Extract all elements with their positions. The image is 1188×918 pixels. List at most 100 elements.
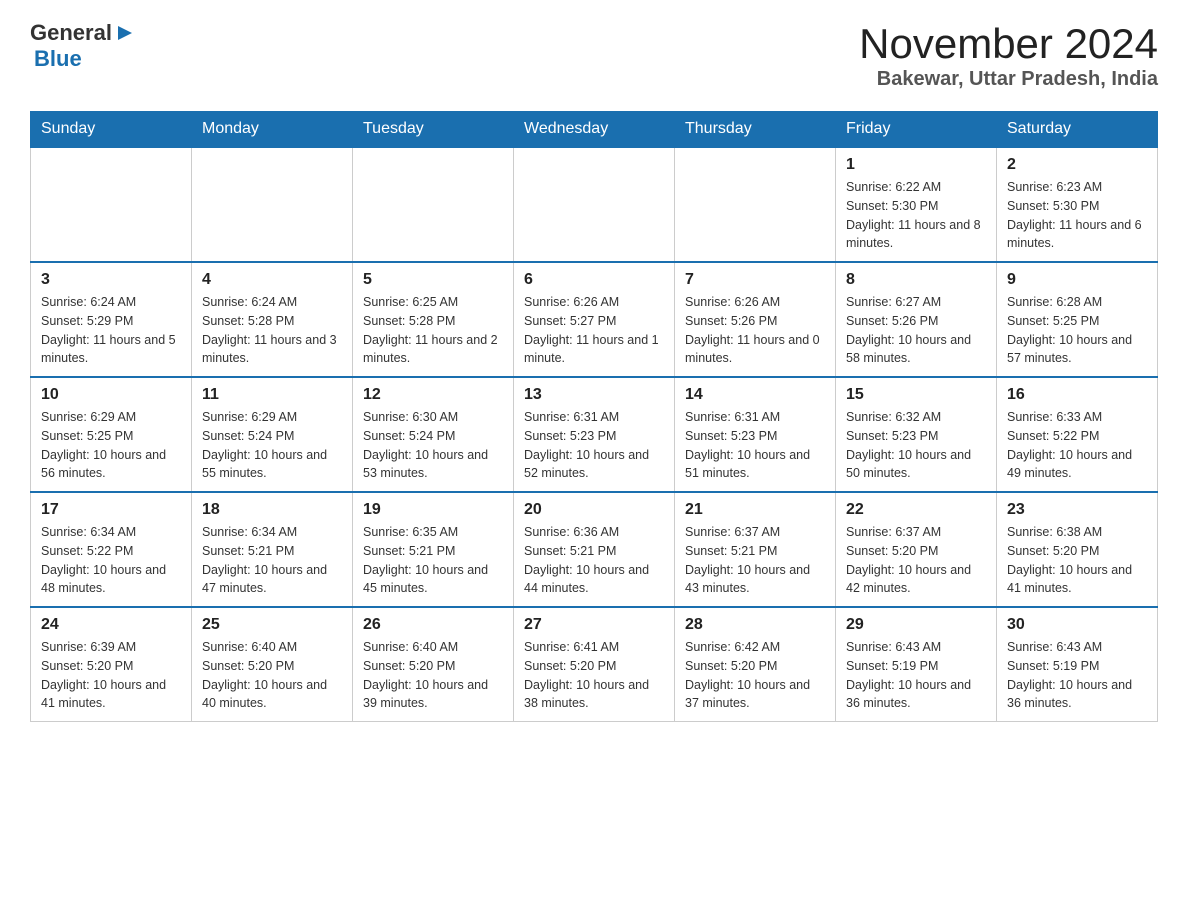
day-number: 25 — [202, 616, 342, 634]
day-info: Sunrise: 6:34 AMSunset: 5:21 PMDaylight:… — [202, 523, 342, 598]
calendar-table: SundayMondayTuesdayWednesdayThursdayFrid… — [30, 111, 1158, 722]
day-info: Sunrise: 6:28 AMSunset: 5:25 PMDaylight:… — [1007, 293, 1147, 368]
calendar-cell: 12 Sunrise: 6:30 AMSunset: 5:24 PMDayligh… — [353, 377, 514, 492]
day-info: Sunrise: 6:40 AMSunset: 5:20 PMDaylight:… — [363, 638, 503, 713]
page-header: General Blue November 2024 Bakewar, Utta… — [30, 20, 1158, 91]
day-info: Sunrise: 6:25 AMSunset: 5:28 PMDaylight:… — [363, 293, 503, 368]
week-row-4: 17 Sunrise: 6:34 AMSunset: 5:22 PMDayligh… — [31, 492, 1158, 607]
day-number: 3 — [41, 271, 181, 289]
logo-blue-text: Blue — [34, 46, 134, 72]
weekday-header-monday: Monday — [192, 112, 353, 148]
calendar-cell: 24Sunrise: 6:39 AMSunset: 5:20 PMDayligh… — [31, 607, 192, 722]
day-number: 11 — [202, 386, 342, 404]
day-info: Sunrise: 6:22 AMSunset: 5:30 PMDaylight:… — [846, 178, 986, 253]
month-title: November 2024 — [859, 20, 1158, 68]
calendar-cell: 30 Sunrise: 6:43 AMSunset: 5:19 PMDayligh… — [997, 607, 1158, 722]
day-number: 20 — [524, 501, 664, 519]
day-number: 2 — [1007, 156, 1147, 174]
calendar-cell: 8 Sunrise: 6:27 AMSunset: 5:26 PMDaylight… — [836, 262, 997, 377]
day-info: Sunrise: 6:23 AMSunset: 5:30 PMDaylight:… — [1007, 178, 1147, 253]
calendar-cell: 15 Sunrise: 6:32 AMSunset: 5:23 PMDayligh… — [836, 377, 997, 492]
day-info: Sunrise: 6:27 AMSunset: 5:26 PMDaylight:… — [846, 293, 986, 368]
calendar-cell: 19 Sunrise: 6:35 AMSunset: 5:21 PMDayligh… — [353, 492, 514, 607]
day-number: 17 — [41, 501, 181, 519]
day-info: Sunrise: 6:29 AMSunset: 5:25 PMDaylight:… — [41, 408, 181, 483]
day-info: Sunrise: 6:43 AMSunset: 5:19 PMDaylight:… — [1007, 638, 1147, 713]
calendar-cell: 3Sunrise: 6:24 AMSunset: 5:29 PMDaylight… — [31, 262, 192, 377]
day-number: 13 — [524, 386, 664, 404]
day-number: 26 — [363, 616, 503, 634]
day-number: 9 — [1007, 271, 1147, 289]
day-info: Sunrise: 6:34 AMSunset: 5:22 PMDaylight:… — [41, 523, 181, 598]
calendar-cell: 29 Sunrise: 6:43 AMSunset: 5:19 PMDayligh… — [836, 607, 997, 722]
day-info: Sunrise: 6:42 AMSunset: 5:20 PMDaylight:… — [685, 638, 825, 713]
day-info: Sunrise: 6:43 AMSunset: 5:19 PMDaylight:… — [846, 638, 986, 713]
day-number: 21 — [685, 501, 825, 519]
day-number: 8 — [846, 271, 986, 289]
calendar-cell: 28 Sunrise: 6:42 AMSunset: 5:20 PMDayligh… — [675, 607, 836, 722]
day-number: 27 — [524, 616, 664, 634]
weekday-header-tuesday: Tuesday — [353, 112, 514, 148]
day-number: 30 — [1007, 616, 1147, 634]
calendar-cell: 23Sunrise: 6:38 AMSunset: 5:20 PMDayligh… — [997, 492, 1158, 607]
day-number: 28 — [685, 616, 825, 634]
day-number: 18 — [202, 501, 342, 519]
week-row-5: 24Sunrise: 6:39 AMSunset: 5:20 PMDayligh… — [31, 607, 1158, 722]
day-info: Sunrise: 6:40 AMSunset: 5:20 PMDaylight:… — [202, 638, 342, 713]
week-row-3: 10 Sunrise: 6:29 AMSunset: 5:25 PMDayligh… — [31, 377, 1158, 492]
day-number: 29 — [846, 616, 986, 634]
day-number: 1 — [846, 156, 986, 174]
calendar-cell: 27Sunrise: 6:41 AMSunset: 5:20 PMDayligh… — [514, 607, 675, 722]
weekday-header-wednesday: Wednesday — [514, 112, 675, 148]
day-info: Sunrise: 6:30 AMSunset: 5:24 PMDaylight:… — [363, 408, 503, 483]
logo-triangle-icon — [112, 22, 134, 44]
calendar-cell: 21 Sunrise: 6:37 AMSunset: 5:21 PMDayligh… — [675, 492, 836, 607]
week-row-1: 1 Sunrise: 6:22 AMSunset: 5:30 PMDaylight… — [31, 147, 1158, 262]
day-info: Sunrise: 6:37 AMSunset: 5:20 PMDaylight:… — [846, 523, 986, 598]
day-number: 6 — [524, 271, 664, 289]
day-info: Sunrise: 6:24 AMSunset: 5:28 PMDaylight:… — [202, 293, 342, 368]
location-title: Bakewar, Uttar Pradesh, India — [859, 68, 1158, 91]
logo-general-text: General — [30, 20, 112, 46]
calendar-cell — [31, 147, 192, 262]
day-number: 24 — [41, 616, 181, 634]
day-info: Sunrise: 6:31 AMSunset: 5:23 PMDaylight:… — [685, 408, 825, 483]
calendar-cell — [192, 147, 353, 262]
day-number: 16 — [1007, 386, 1147, 404]
calendar-cell: 7Sunrise: 6:26 AMSunset: 5:26 PMDaylight… — [675, 262, 836, 377]
day-number: 4 — [202, 271, 342, 289]
calendar-cell — [675, 147, 836, 262]
day-number: 12 — [363, 386, 503, 404]
calendar-cell: 14 Sunrise: 6:31 AMSunset: 5:23 PMDayligh… — [675, 377, 836, 492]
calendar-cell: 16Sunrise: 6:33 AMSunset: 5:22 PMDayligh… — [997, 377, 1158, 492]
day-info: Sunrise: 6:26 AMSunset: 5:26 PMDaylight:… — [685, 293, 825, 368]
day-info: Sunrise: 6:32 AMSunset: 5:23 PMDaylight:… — [846, 408, 986, 483]
calendar-cell: 26 Sunrise: 6:40 AMSunset: 5:20 PMDayligh… — [353, 607, 514, 722]
calendar-cell: 2 Sunrise: 6:23 AMSunset: 5:30 PMDaylight… — [997, 147, 1158, 262]
calendar-cell: 5 Sunrise: 6:25 AMSunset: 5:28 PMDaylight… — [353, 262, 514, 377]
calendar-cell: 22 Sunrise: 6:37 AMSunset: 5:20 PMDayligh… — [836, 492, 997, 607]
day-number: 14 — [685, 386, 825, 404]
day-info: Sunrise: 6:26 AMSunset: 5:27 PMDaylight:… — [524, 293, 664, 368]
calendar-cell: 10 Sunrise: 6:29 AMSunset: 5:25 PMDayligh… — [31, 377, 192, 492]
calendar-cell: 6 Sunrise: 6:26 AMSunset: 5:27 PMDaylight… — [514, 262, 675, 377]
day-info: Sunrise: 6:31 AMSunset: 5:23 PMDaylight:… — [524, 408, 664, 483]
calendar-cell — [353, 147, 514, 262]
weekday-header-thursday: Thursday — [675, 112, 836, 148]
weekday-header-sunday: Sunday — [31, 112, 192, 148]
day-number: 10 — [41, 386, 181, 404]
logo: General Blue — [30, 20, 134, 72]
calendar-cell: 25 Sunrise: 6:40 AMSunset: 5:20 PMDayligh… — [192, 607, 353, 722]
weekday-header-row: SundayMondayTuesdayWednesdayThursdayFrid… — [31, 112, 1158, 148]
day-number: 22 — [846, 501, 986, 519]
day-info: Sunrise: 6:35 AMSunset: 5:21 PMDaylight:… — [363, 523, 503, 598]
week-row-2: 3Sunrise: 6:24 AMSunset: 5:29 PMDaylight… — [31, 262, 1158, 377]
calendar-cell: 4 Sunrise: 6:24 AMSunset: 5:28 PMDaylight… — [192, 262, 353, 377]
day-number: 19 — [363, 501, 503, 519]
day-number: 5 — [363, 271, 503, 289]
day-number: 23 — [1007, 501, 1147, 519]
calendar-cell: 17 Sunrise: 6:34 AMSunset: 5:22 PMDayligh… — [31, 492, 192, 607]
calendar-cell: 9 Sunrise: 6:28 AMSunset: 5:25 PMDaylight… — [997, 262, 1158, 377]
day-info: Sunrise: 6:37 AMSunset: 5:21 PMDaylight:… — [685, 523, 825, 598]
day-number: 15 — [846, 386, 986, 404]
